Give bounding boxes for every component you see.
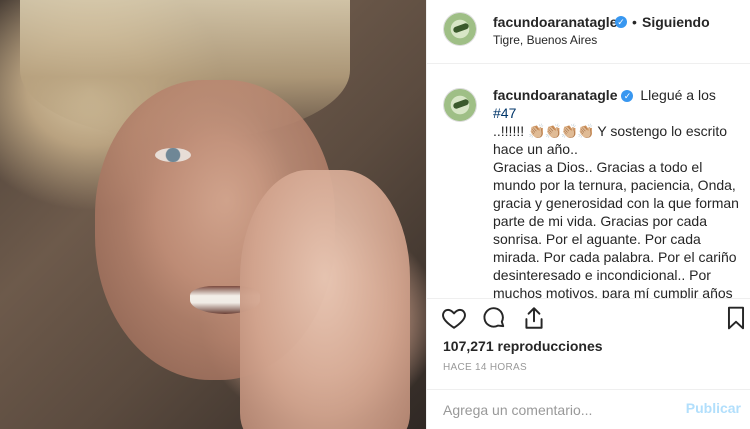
caption-line1: Llegué a los — [636, 87, 716, 103]
caption-text: facundoaranatagle ✓ Llegué a los #47 ..!!… — [493, 86, 739, 298]
hand-shape — [240, 170, 410, 429]
caption-body: Gracias a Dios.. Gracias a todo el mundo… — [493, 159, 739, 298]
post-side-panel: facundoaranatagle ✓ • Siguiendo Tigre, B… — [426, 0, 750, 429]
comment-icon[interactable] — [481, 305, 507, 331]
verified-badge-icon: ✓ — [621, 90, 634, 102]
comment-bar: Publicar — [427, 389, 750, 429]
location-link[interactable]: Tigre, Buenos Aires — [493, 33, 597, 47]
caption-line2-prefix: ..!!!!!! — [493, 123, 529, 139]
comment-input[interactable] — [443, 400, 663, 420]
caption-username[interactable]: facundoaranatagle — [493, 87, 617, 103]
action-bar — [427, 298, 750, 338]
post-video[interactable] — [0, 0, 426, 429]
hashtag-link[interactable]: #47 — [493, 105, 516, 121]
caption-avatar[interactable] — [443, 88, 477, 122]
post-header: facundoaranatagle ✓ • Siguiendo Tigre, B… — [427, 0, 750, 64]
verified-badge-icon: ✓ — [615, 16, 627, 28]
caption-area[interactable]: facundoaranatagle ✓ Llegué a los #47 ..!!… — [427, 76, 750, 298]
clapping-hands-emoji: 👏🏼👏🏼👏🏼👏🏼 — [528, 123, 595, 139]
bookmark-icon[interactable] — [723, 305, 749, 331]
share-icon[interactable] — [521, 305, 547, 331]
views-count[interactable]: 107,271 reproducciones — [443, 338, 603, 354]
post-timestamp[interactable]: HACE 14 HORAS — [443, 362, 527, 373]
separator-dot: • — [632, 14, 637, 30]
following-button[interactable]: Siguiendo — [642, 14, 710, 30]
avatar[interactable] — [443, 12, 477, 46]
heart-icon[interactable] — [441, 305, 467, 331]
eye-shape — [155, 148, 191, 162]
header-username[interactable]: facundoaranatagle — [493, 14, 617, 30]
post-comment-button[interactable]: Publicar — [686, 400, 741, 416]
